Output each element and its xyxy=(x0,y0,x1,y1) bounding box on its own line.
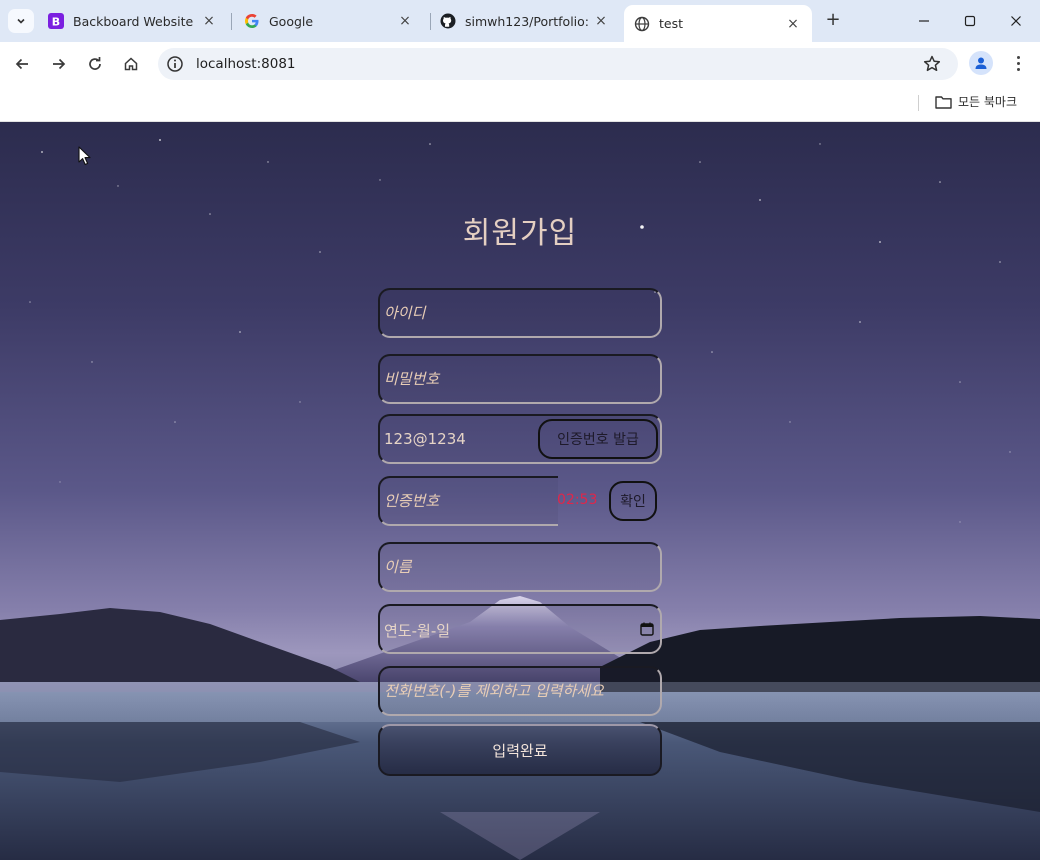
tab-title: Google xyxy=(269,13,314,29)
menu-kebab-icon[interactable] xyxy=(1008,52,1028,74)
tab-github[interactable]: simwh123/Portfolio: 5 × xyxy=(430,5,620,37)
tab-search-button[interactable] xyxy=(8,9,34,33)
tab-title: test xyxy=(659,16,684,31)
new-tab-button[interactable]: + xyxy=(822,10,844,32)
password-input[interactable] xyxy=(384,356,654,402)
close-icon[interactable]: × xyxy=(784,16,802,32)
tab-backboard[interactable]: B Backboard Website × xyxy=(38,5,228,37)
home-button[interactable] xyxy=(117,50,145,78)
close-icon[interactable]: × xyxy=(396,13,414,29)
tab-google[interactable]: Google × xyxy=(234,5,424,37)
email-input[interactable]: 123@1234 xyxy=(384,430,466,448)
tab-title: Backboard Website xyxy=(73,13,194,29)
birthdate-input[interactable]: 연도-월-일 xyxy=(384,620,450,641)
reload-button[interactable] xyxy=(81,50,109,78)
window-close-button[interactable] xyxy=(1002,8,1030,34)
bookmark-divider xyxy=(918,95,919,111)
minimize-icon xyxy=(919,20,929,22)
tab-divider xyxy=(231,13,232,30)
browser-toolbar: localhost:8081 xyxy=(0,42,1040,86)
info-icon[interactable] xyxy=(166,55,184,73)
profile-button[interactable] xyxy=(969,51,993,75)
birthdate-field[interactable]: 연도-월-일 xyxy=(378,604,662,654)
address-bar[interactable]: localhost:8081 xyxy=(158,48,958,80)
name-field[interactable] xyxy=(378,542,662,592)
verification-code-input[interactable] xyxy=(384,478,554,524)
close-icon[interactable]: × xyxy=(592,13,610,29)
id-field[interactable] xyxy=(378,288,662,338)
reload-icon xyxy=(89,57,101,70)
tab-title: simwh123/Portfolio: 5 xyxy=(465,13,592,29)
password-field[interactable] xyxy=(378,354,662,404)
mouse-cursor-icon xyxy=(78,146,91,166)
minimize-button[interactable] xyxy=(910,8,938,34)
back-button[interactable] xyxy=(8,50,36,78)
arrow-left-icon xyxy=(15,58,28,70)
bookmark-bar: 모든 북마크 xyxy=(0,86,1040,122)
tab-strip: B Backboard Website × Google × simwh123/… xyxy=(0,0,1040,42)
arrow-right-icon xyxy=(53,58,66,70)
home-icon xyxy=(124,57,138,71)
forward-button[interactable] xyxy=(45,50,73,78)
close-icon[interactable]: × xyxy=(200,13,218,29)
google-icon xyxy=(244,13,260,29)
issue-code-button[interactable]: 인증번호 발급 xyxy=(538,419,658,459)
close-icon xyxy=(1011,16,1021,26)
phone-input[interactable] xyxy=(384,668,654,714)
address-url[interactable]: localhost:8081 xyxy=(196,56,296,72)
tab-test[interactable]: test × xyxy=(624,5,812,42)
confirm-code-button[interactable]: 확인 xyxy=(609,481,657,521)
all-bookmarks-label: 모든 북마크 xyxy=(958,95,1018,109)
chevron-down-icon xyxy=(17,18,25,24)
verification-code-field[interactable] xyxy=(378,476,558,526)
person-icon xyxy=(975,57,987,69)
name-input[interactable] xyxy=(384,544,654,590)
maximize-icon xyxy=(964,15,976,27)
page-viewport: 회원가입 123@1234 인증번호 발급 02:53 확인 연도-월-일 입력… xyxy=(0,122,1040,860)
github-icon xyxy=(440,13,456,29)
maximize-button[interactable] xyxy=(956,8,984,34)
globe-icon xyxy=(634,16,650,32)
star-icon[interactable] xyxy=(922,54,942,74)
all-bookmarks-button[interactable]: 모든 북마크 xyxy=(935,93,1017,110)
countdown-timer: 02:53 xyxy=(557,492,598,508)
calendar-icon[interactable] xyxy=(640,622,654,636)
svg-text:B: B xyxy=(52,16,60,29)
bootstrap-icon: B xyxy=(48,13,64,29)
submit-button[interactable]: 입력완료 xyxy=(378,724,662,776)
page-title: 회원가입 xyxy=(462,216,578,251)
phone-field[interactable] xyxy=(378,666,662,716)
folder-icon xyxy=(935,95,952,109)
id-input[interactable] xyxy=(384,290,654,336)
